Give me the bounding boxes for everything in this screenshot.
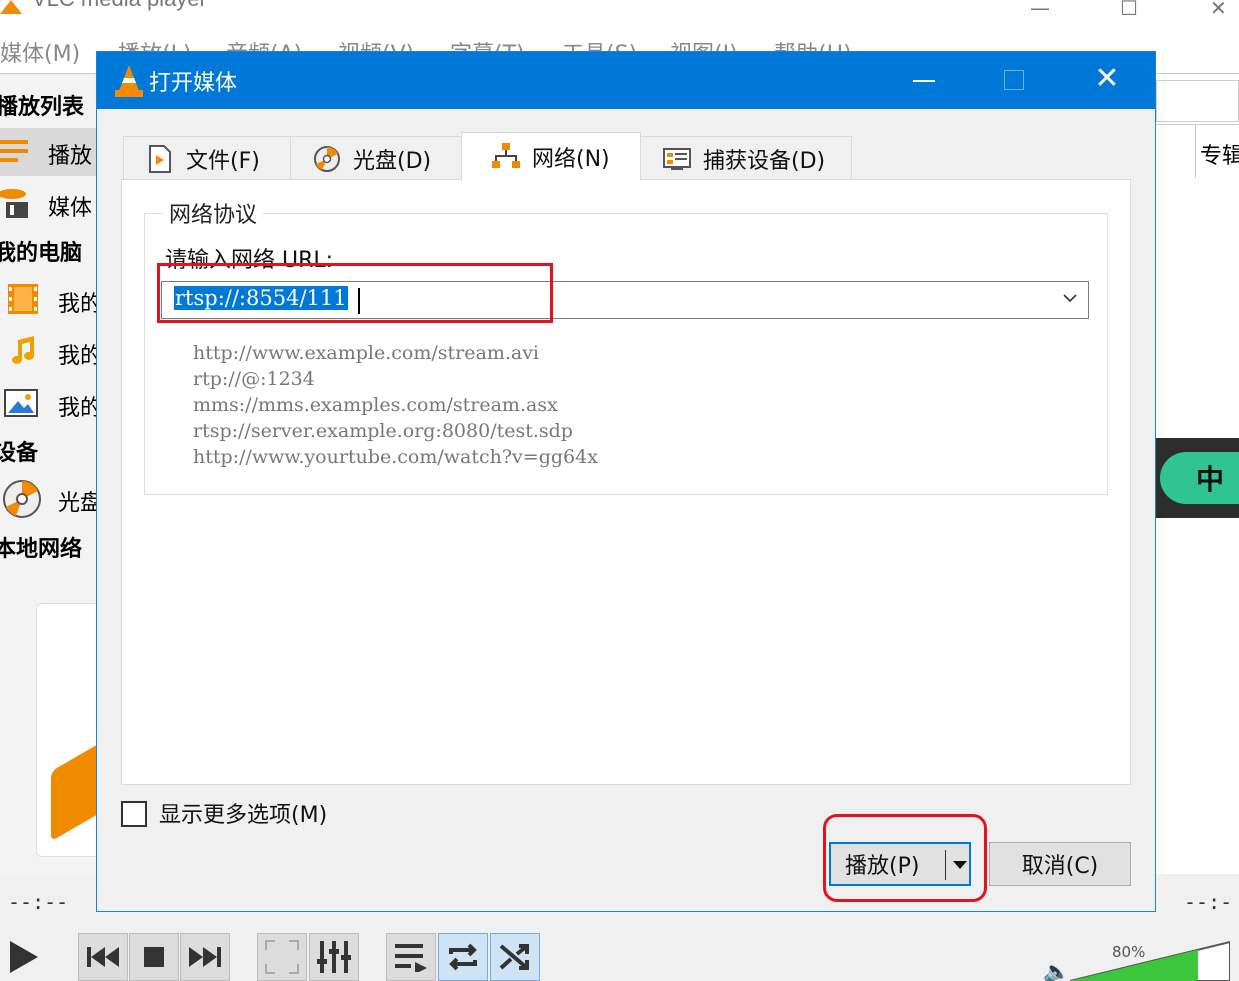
maximize-icon[interactable]: ☐ [1120, 0, 1138, 20]
more-options-label[interactable]: 显示更多选项(M) [159, 797, 327, 829]
group-title: 网络协议 [163, 197, 264, 229]
tab-label: 网络(N) [532, 147, 610, 172]
sidebar-header-playlist: 播放列表 [0, 95, 85, 120]
minimize-icon[interactable]: — [1030, 0, 1050, 20]
more-options-checkbox[interactable] [121, 801, 147, 827]
sidebar-item-label: 播放 [48, 144, 93, 169]
example-url: mms://mms.examples.com/stream.asx [193, 394, 558, 416]
sidebar-item-playlist[interactable]: 播放 [0, 128, 98, 176]
play-icon [10, 941, 38, 973]
network-icon [492, 143, 520, 168]
file-play-icon [149, 144, 171, 173]
example-url: rtp://@:1234 [193, 368, 315, 390]
toggle-playlist-button[interactable] [386, 933, 436, 981]
sidebar-header-local-network: 本地网络 [0, 537, 83, 562]
previous-button[interactable] [78, 933, 128, 981]
vlc-logo-icon [0, 0, 22, 14]
capture-device-icon [663, 147, 691, 170]
elapsed-time: --:-- [8, 890, 69, 914]
example-url: rtsp://server.example.org:8080/test.sdp [193, 420, 573, 442]
picture-icon [4, 389, 38, 417]
media-library-icon [0, 189, 28, 218]
tab-label: 文件(F) [186, 148, 260, 174]
music-note-icon [12, 336, 34, 364]
album-art-panel [36, 603, 111, 857]
disc-icon [314, 145, 340, 172]
chevron-down-icon[interactable] [1060, 288, 1080, 308]
cancel-button-label: 取消(C) [1021, 854, 1099, 879]
playlist-toggle-icon [395, 944, 427, 972]
equalizer-icon [317, 941, 351, 973]
sidebar-item-disc[interactable]: 光盘 [0, 475, 102, 523]
minimize-icon[interactable] [913, 80, 935, 82]
previous-icon [87, 947, 119, 967]
tab-label: 捕获设备(D) [703, 148, 826, 174]
shuffle-icon [499, 944, 529, 970]
loop-button[interactable] [438, 933, 488, 981]
tab-capture-device[interactable]: 捕获设备(D) [640, 136, 852, 180]
menu-media[interactable]: 媒体(M) [0, 36, 80, 68]
ime-language-toggle[interactable]: 中 [1160, 452, 1239, 504]
maximize-icon [1004, 70, 1024, 90]
next-icon [189, 947, 221, 967]
close-icon[interactable]: ✕ [1210, 0, 1227, 20]
video-film-icon [8, 284, 38, 314]
dialog-titlebar: 打开媒体 ✕ [97, 52, 1155, 109]
close-icon[interactable]: ✕ [1093, 60, 1121, 98]
sidebar-header-my-computer: 我的电脑 [0, 241, 83, 266]
sidebar-item-my-music[interactable]: 我的 [0, 328, 102, 376]
fullscreen-button[interactable] [257, 933, 307, 981]
main-titlebar: VLC media player — ☐ ✕ [0, 0, 1239, 30]
search-box[interactable] [1156, 80, 1239, 122]
cancel-button[interactable]: 取消(C) [989, 842, 1131, 886]
sidebar-item-label: 媒体 [48, 196, 93, 221]
tab-label: 光盘(D) [353, 148, 432, 174]
speaker-icon[interactable]: 🔈 [1043, 960, 1070, 981]
tab-network[interactable]: 网络(N) [461, 132, 641, 181]
sidebar-item-media-library[interactable]: 媒体 [0, 180, 98, 228]
network-protocol-group: 网络协议 请输入网络 URL: rtsp://:8554/111 http://… [144, 197, 1108, 495]
annotation-highlight-url [157, 263, 553, 323]
example-url: http://www.yourtube.com/watch?v=gg64x [193, 446, 598, 468]
sidebar-header-devices: 设备 [0, 441, 39, 466]
column-header-album[interactable]: 专辑 [1200, 138, 1239, 170]
disc-icon [3, 480, 41, 518]
stop-icon [144, 947, 164, 967]
sidebar-item-my-videos[interactable]: 我的 [0, 276, 102, 324]
tab-disc[interactable]: 光盘(D) [290, 136, 462, 180]
example-url: http://www.example.com/stream.avi [193, 342, 540, 364]
dialog-title: 打开媒体 [149, 71, 238, 96]
stop-button[interactable] [129, 933, 179, 981]
extended-settings-button[interactable] [309, 933, 359, 981]
tab-file[interactable]: 文件(F) [123, 136, 291, 180]
playlist-icon [0, 140, 28, 162]
annotation-highlight-play [823, 814, 987, 902]
next-button[interactable] [180, 933, 230, 981]
sidebar-item-my-pictures[interactable]: 我的 [0, 380, 102, 428]
play-button[interactable] [0, 933, 52, 981]
url-examples: http://www.example.com/stream.avi rtp://@… [193, 340, 598, 470]
shuffle-button[interactable] [490, 933, 540, 981]
vlc-logo-icon [115, 65, 143, 97]
volume-slider[interactable] [1070, 940, 1230, 981]
open-media-dialog: 打开媒体 ✕ 文件(F) 光盘(D) 网络(N) 捕获设备(D) 网络协议 请输… [96, 51, 1156, 912]
fullscreen-icon [265, 940, 299, 974]
main-window-title: VLC media player [32, 0, 207, 12]
loop-icon [449, 943, 477, 971]
